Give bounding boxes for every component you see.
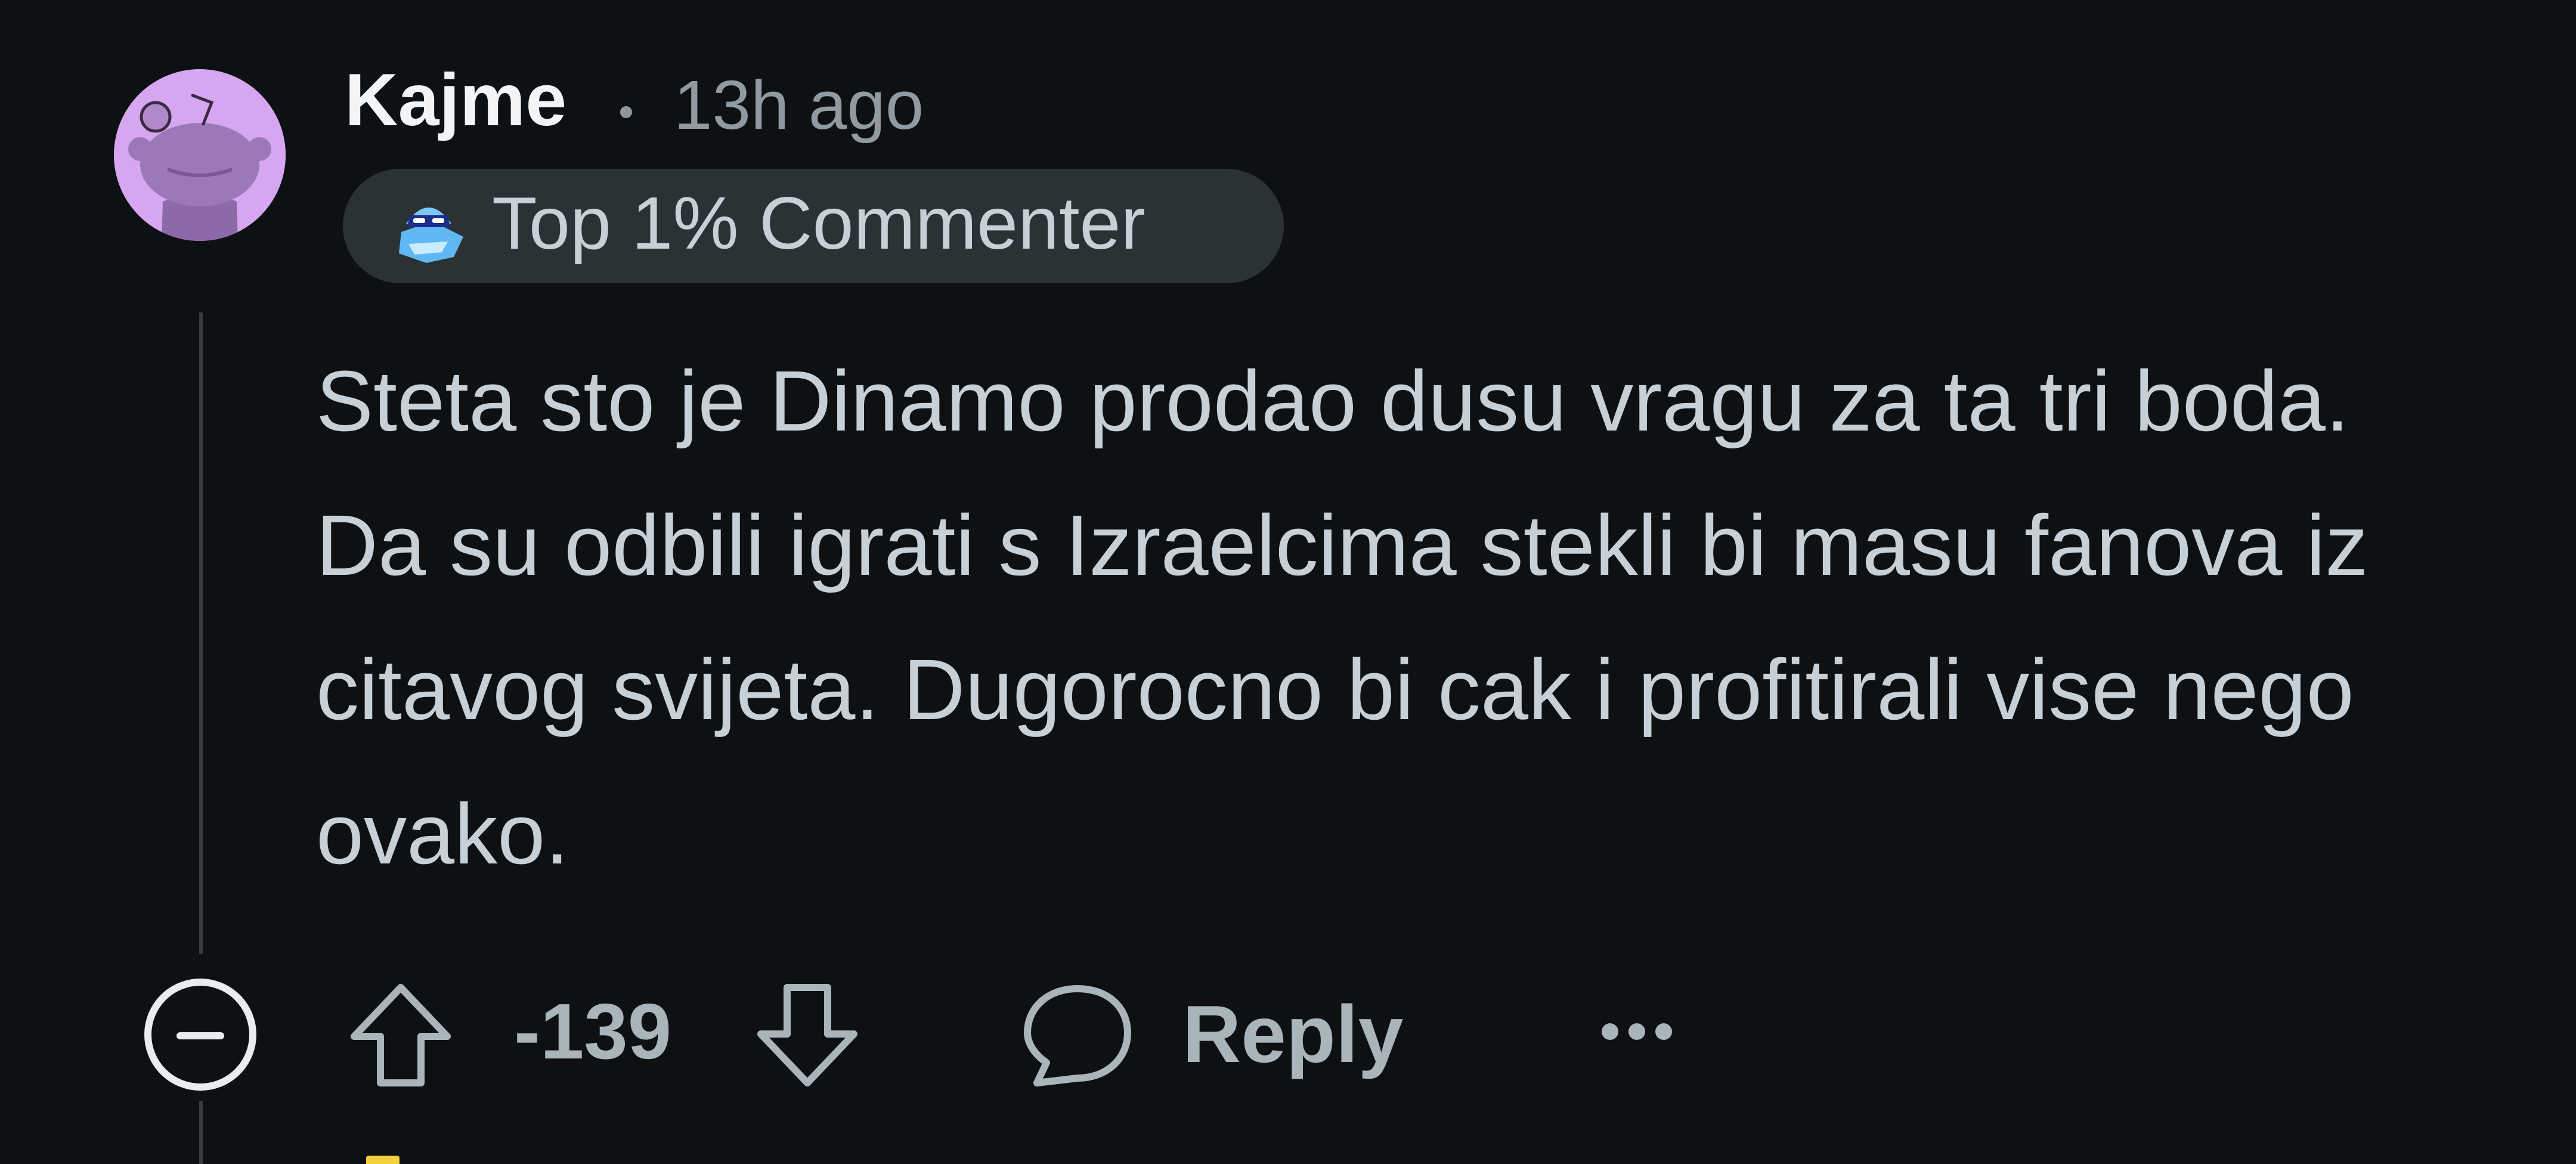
comment-timestamp: 13h ago bbox=[674, 66, 924, 144]
snoo-avatar-icon bbox=[114, 69, 286, 241]
comment-action-bar: -139 Reply bbox=[0, 966, 2576, 1097]
speech-bubble-icon bbox=[1024, 985, 1131, 1086]
arrow-down-icon[interactable] bbox=[754, 978, 861, 1091]
ellipsis-icon[interactable] bbox=[1598, 1014, 1676, 1050]
comment-author[interactable]: Kajme bbox=[345, 63, 566, 137]
thread-line[interactable] bbox=[199, 312, 203, 954]
comment-body: Steta sto je Dinamo prodao dusu vragu za… bbox=[316, 353, 2368, 882]
reply-label: Reply bbox=[1182, 989, 1404, 1079]
flair-label: Top 1% Commenter bbox=[492, 182, 1145, 265]
vote-score: -139 bbox=[514, 987, 672, 1075]
avatar[interactable] bbox=[114, 69, 286, 241]
top-commenter-badge-icon bbox=[399, 208, 463, 263]
user-flair: Top 1% Commenter bbox=[343, 169, 1284, 283]
meta-separator-dot bbox=[620, 106, 632, 118]
reply-button[interactable]: Reply bbox=[1023, 972, 1404, 1091]
next-comment-avatar-edge bbox=[366, 1156, 400, 1164]
thread-line-continuation[interactable] bbox=[199, 1101, 203, 1164]
minus-circle-icon[interactable] bbox=[141, 975, 260, 1094]
arrow-up-icon[interactable] bbox=[347, 978, 454, 1091]
